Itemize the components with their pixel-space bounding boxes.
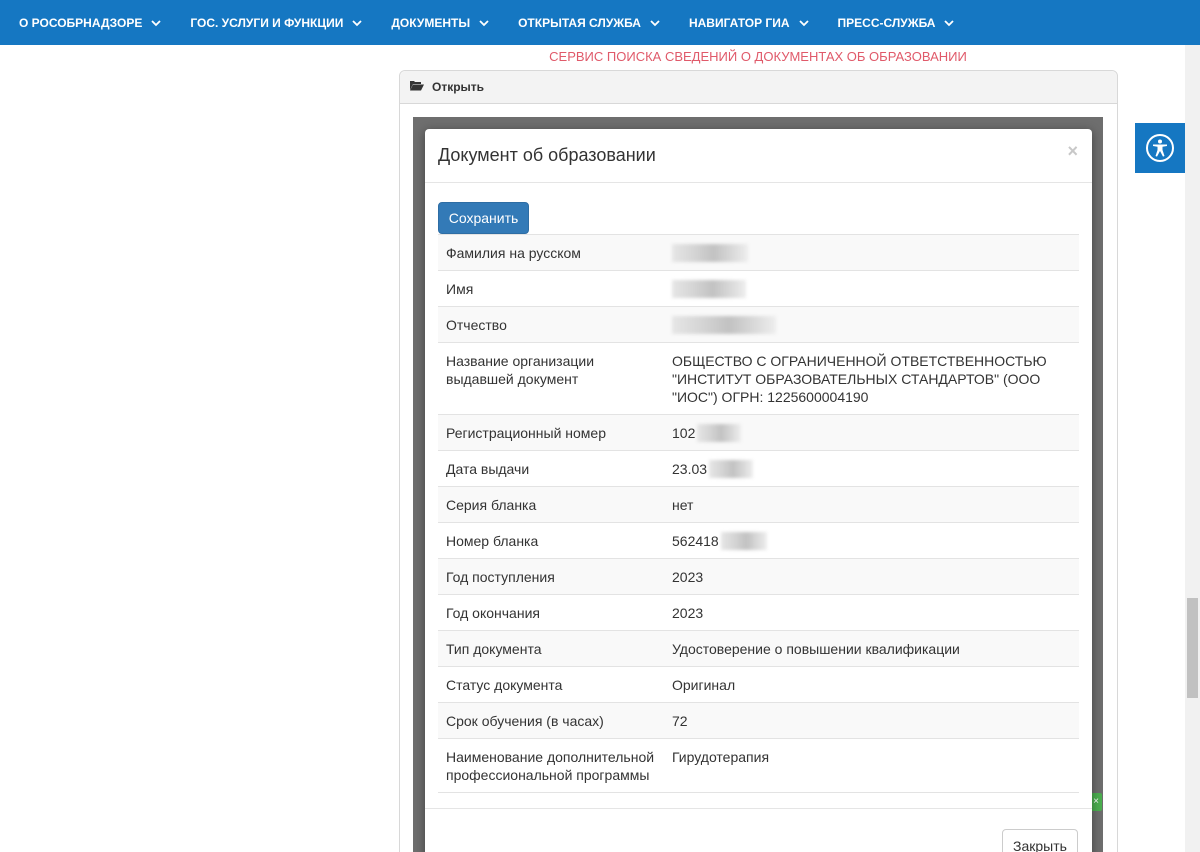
redacted-value: [672, 280, 746, 298]
redacted-value: [672, 244, 748, 262]
table-row: Регистрационный номер 102: [438, 414, 1079, 451]
redacted-value: [720, 532, 767, 550]
row-value: 72: [672, 713, 688, 729]
table-row: Год окончания 2023: [438, 594, 1079, 631]
row-label: Срок обучения (в часах): [446, 713, 604, 729]
nav-item-press[interactable]: ПРЕСС-СЛУЖБА: [838, 16, 955, 30]
nav-item-label: ПРЕСС-СЛУЖБА: [837, 15, 936, 30]
row-value: 23.03: [664, 451, 1079, 487]
chevron-down-icon: [798, 18, 809, 28]
nav-item-services[interactable]: ГОС. УСЛУГИ И ФУНКЦИИ: [190, 15, 363, 30]
nav-item-label: ДОКУМЕНТЫ: [391, 15, 471, 30]
chevron-down-icon: [650, 18, 660, 28]
accessibility-icon: [1146, 134, 1174, 162]
row-label: Серия бланка: [446, 497, 537, 513]
redacted-value: [672, 316, 776, 334]
redacted-value: [709, 460, 754, 478]
table-row: Серия бланка нет: [438, 486, 1079, 523]
top-navigation: О РОСОБРНАДЗОРЕ ГОС. УСЛУГИ И ФУНКЦИИ ДО…: [0, 0, 1200, 45]
page-scrollbar-track[interactable]: [1185, 45, 1200, 852]
nav-item-gia-navigator[interactable]: НАВИГАТОР ГИА: [689, 16, 809, 30]
modal-title: Документ об образовании: [438, 145, 656, 165]
accessibility-button[interactable]: [1135, 123, 1185, 173]
modal-header: Документ об образовании ×: [425, 129, 1092, 183]
row-label: Регистрационный номер: [446, 425, 606, 441]
row-label: Фамилия на русском: [446, 245, 581, 261]
row-value: [664, 235, 1079, 271]
chevron-down-icon: [479, 18, 489, 28]
table-row: Фамилия на русском: [438, 234, 1079, 271]
save-button[interactable]: Сохранить: [438, 202, 529, 234]
row-value: 102: [664, 415, 1079, 451]
chevron-down-icon: [944, 18, 955, 28]
table-row: Год поступления 2023: [438, 558, 1079, 595]
nav-item-documents[interactable]: ДОКУМЕНТЫ: [391, 16, 489, 30]
table-row: Наименование дополнительной профессионал…: [438, 738, 1079, 793]
row-value: ОБЩЕСТВО С ОГРАНИЧЕННОЙ ОТВЕТСТВЕННОСТЬЮ…: [672, 353, 1047, 405]
row-label: Дата выдачи: [446, 461, 530, 477]
close-button[interactable]: Закрыть: [1002, 829, 1078, 852]
row-label: Год поступления: [446, 569, 555, 585]
row-value: [664, 271, 1079, 307]
row-value: нет: [672, 497, 694, 513]
row-value-text: 23.03: [672, 461, 708, 477]
row-label: Имя: [446, 281, 474, 297]
table-row: Статус документа Оригинал: [438, 666, 1079, 703]
row-label: Номер бланка: [446, 533, 539, 549]
row-value: 562418: [664, 523, 1079, 559]
service-title: СЕРВИС ПОИСКА СВЕДЕНИЙ О ДОКУМЕНТАХ ОБ О…: [549, 49, 967, 64]
chevron-down-icon: [151, 18, 161, 28]
nav-item-label: ОТКРЫТАЯ СЛУЖБА: [518, 15, 641, 30]
redacted-value: [697, 424, 742, 442]
nav-item-about[interactable]: О РОСОБРНАДЗОРЕ: [19, 16, 161, 30]
folder-open-icon: [410, 80, 424, 94]
row-value: 2023: [672, 605, 704, 621]
table-row: Имя: [438, 270, 1079, 307]
panel-open-toggle[interactable]: Открыть: [400, 71, 1117, 104]
nav-item-label: НАВИГАТОР ГИА: [688, 15, 790, 30]
table-row: Отчество: [438, 306, 1079, 343]
table-row: Название организации выдавшей документ О…: [438, 342, 1079, 415]
table-row: Срок обучения (в часах) 72: [438, 702, 1079, 739]
nav-item-open-service[interactable]: ОТКРЫТАЯ СЛУЖБА: [518, 16, 660, 30]
table-row: Номер бланка 562418: [438, 522, 1079, 559]
row-value: Гирудотерапия: [672, 749, 770, 765]
close-icon[interactable]: ×: [1067, 141, 1078, 162]
row-value: 2023: [672, 569, 704, 585]
row-label: Наименование дополнительной профессионал…: [446, 749, 655, 783]
row-label: Отчество: [446, 317, 507, 333]
panel-open-label: Открыть: [432, 80, 485, 94]
nav-item-label: О РОСОБРНАДЗОРЕ: [19, 15, 143, 30]
page-scrollbar-thumb[interactable]: [1187, 598, 1198, 698]
row-value-text: 562418: [672, 533, 719, 549]
row-label: Год окончания: [446, 605, 540, 621]
row-value: [664, 307, 1079, 343]
document-info-table: Фамилия на русском Имя Отчество Название…: [438, 234, 1079, 793]
nav-item-label: ГОС. УСЛУГИ И ФУНКЦИИ: [190, 15, 344, 30]
document-modal: Документ об образовании × Сохранить Фами…: [425, 129, 1092, 852]
row-label: Название организации выдавшей документ: [446, 353, 595, 387]
row-value-text: 102: [672, 425, 696, 441]
row-value: Удостоверение о повышении квалификации: [672, 641, 960, 657]
row-value: Оригинал: [672, 677, 736, 693]
row-label: Тип документа: [446, 641, 542, 657]
table-row: Тип документа Удостоверение о повышении …: [438, 630, 1079, 667]
table-row: Дата выдачи 23.03: [438, 450, 1079, 487]
modal-footer: Закрыть: [425, 808, 1092, 852]
chevron-down-icon: [352, 18, 363, 28]
row-label: Статус документа: [446, 677, 563, 693]
